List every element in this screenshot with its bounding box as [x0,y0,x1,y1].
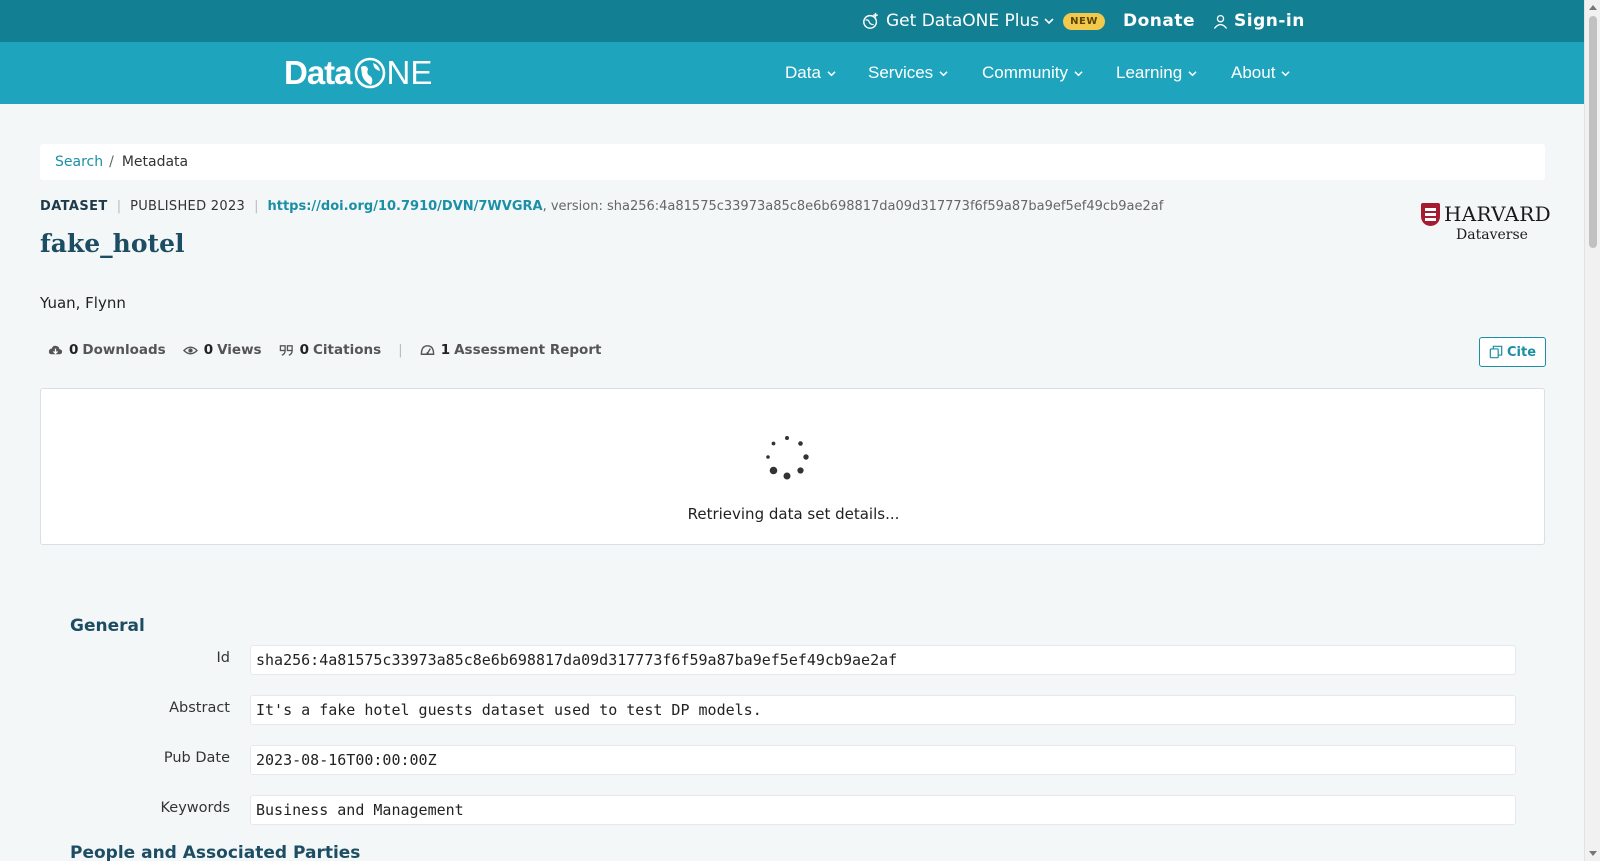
assessment-count: 1 [440,342,451,358]
repository-name: HARVARD [1444,202,1551,226]
citations-count: 0 [299,342,310,358]
doi-link[interactable]: https://doi.org/10.7910/DVN/7WVGRA [268,199,543,214]
breadcrumb-current: Metadata [121,154,189,170]
main-navbar: Data NE Data Services Community Learning… [0,42,1584,104]
views-stat[interactable]: 0 Views [182,342,262,358]
abstract-value: It's a fake hotel guests dataset used to… [250,695,1516,725]
nav-services-label: Services [868,63,934,82]
nav-data[interactable]: Data [785,42,836,104]
scrollbar-thumb[interactable] [1589,16,1597,248]
chevron-down-icon [1074,70,1083,76]
get-dataone-plus-label: Get DataONE Plus [886,11,1040,31]
nav-data-label: Data [785,63,821,82]
keywords-label: Keywords [160,800,230,816]
nav-about-label: About [1231,63,1276,82]
breadcrumb: Search / Metadata [40,144,1545,180]
citations-label: Citations [313,342,382,358]
version-text: , version: sha256:4a81575c33973a85c8e6b6… [542,199,1164,214]
id-value: sha256:4a81575c33973a85c8e6b698817da09d3… [250,645,1516,675]
abstract-label: Abstract [169,700,230,716]
dataset-title: fake_hotel [40,229,185,258]
chevron-down-icon [939,70,948,76]
donate-link[interactable]: Donate [1123,0,1195,42]
chevron-down-icon [1188,70,1197,76]
new-badge: NEW [1063,12,1105,30]
assessment-report-stat[interactable]: 1 Assessment Report [420,342,602,358]
nav-learning-label: Learning [1116,63,1183,82]
logo-text-data: Data [284,54,353,91]
views-count: 0 [203,342,214,358]
cite-button-label: Cite [1506,344,1537,360]
quote-icon [279,344,293,356]
eye-icon [182,346,198,354]
people-section-title: People and Associated Parties [70,843,361,861]
dataset-type-label: DATASET [40,199,108,214]
user-icon [1213,14,1228,29]
id-label: Id [216,650,230,666]
harvard-shield-icon [1421,203,1440,226]
dataset-authors: Yuan, Flynn [40,294,126,312]
nav-community-label: Community [982,63,1068,82]
meta-divider: | [254,199,259,214]
downloads-stat[interactable]: 0 Downloads [48,342,166,358]
published-year: PUBLISHED 2023 [130,199,246,214]
pub-date-label: Pub Date [163,750,230,766]
breadcrumb-separator: / [109,154,114,170]
logo-text-ne: NE [386,54,433,91]
pub-date-value: 2023-08-16T00:00:00Z [250,745,1516,775]
nav-services[interactable]: Services [868,42,948,104]
views-label: Views [217,342,262,358]
chevron-down-icon [1281,70,1291,76]
chevron-down-icon [1044,18,1054,25]
keywords-value: Business and Management [250,795,1516,825]
meta-divider: | [116,199,122,214]
scroll-up-arrow-icon[interactable] [1589,5,1597,10]
sign-in-label: Sign-in [1234,11,1305,31]
nav-learning[interactable]: Learning [1116,42,1197,104]
page-scrollbar[interactable] [1584,0,1600,861]
globe-logo-icon [354,57,385,89]
harvard-dataverse-logo[interactable]: HARVARD Dataverse [1421,202,1551,245]
cite-button[interactable]: Cite [1479,337,1546,367]
nav-about[interactable]: About [1231,42,1291,104]
globe-plus-icon [863,12,878,29]
downloads-count: 0 [69,342,79,358]
chevron-down-icon [827,70,836,76]
get-dataone-plus-menu[interactable]: Get DataONE Plus NEW [862,0,1105,42]
loading-spinner-icon [766,436,809,480]
stats-separator: | [398,342,403,358]
nav-community[interactable]: Community [982,42,1083,104]
scroll-down-arrow-icon[interactable] [1589,851,1597,856]
repository-sub: Dataverse [1456,227,1528,243]
downloads-label: Downloads [82,342,166,358]
copy-icon [1489,345,1503,359]
citations-stat[interactable]: 0 Citations [279,342,382,358]
dataset-stats: 0 Downloads 0 Views 0 Citations | 1 Asse… [48,342,618,358]
dataset-meta-line: DATASET | PUBLISHED 2023 | https://doi.o… [40,199,1163,214]
breadcrumb-search-link[interactable]: Search [55,154,103,170]
general-section-title: General [70,616,145,636]
sign-in-link[interactable]: Sign-in [1213,0,1305,42]
assessment-label: Assessment Report [454,342,602,358]
cloud-download-icon [48,345,63,354]
dashboard-gauge-icon [420,344,434,355]
top-utility-bar: Get DataONE Plus NEW Donate Sign-in [0,0,1584,42]
loading-text: Retrieving data set details... [687,505,900,523]
dataone-logo[interactable]: Data NE [284,53,432,93]
